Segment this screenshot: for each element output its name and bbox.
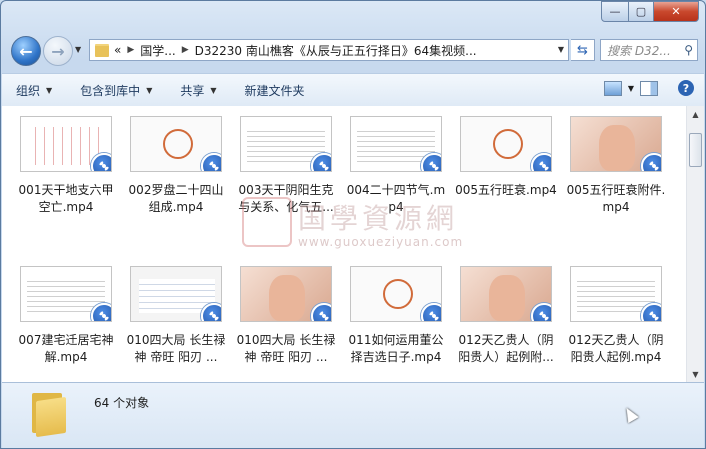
video-thumbnail	[20, 266, 112, 322]
organize-label: 组织	[16, 83, 41, 98]
mouse-cursor-icon	[621, 404, 639, 424]
new-folder-label: 新建文件夹	[244, 83, 305, 98]
chevron-down-icon: ▼	[210, 85, 217, 95]
caption-buttons: — ▢ ✕	[601, 1, 699, 22]
file-name: 002罗盘二十四山组成.mp4	[128, 183, 224, 214]
file-name: 011如何运用董公择吉选日子.mp4	[348, 333, 444, 364]
share-menu[interactable]: 共享 ▼	[166, 82, 230, 99]
item-count: 64 个对象	[94, 396, 150, 410]
folder-icon	[32, 391, 66, 438]
media-player-icon	[641, 303, 661, 321]
video-thumbnail	[240, 266, 332, 322]
video-thumbnail	[460, 116, 552, 172]
scroll-thumb[interactable]	[689, 133, 702, 167]
video-thumbnail	[350, 116, 442, 172]
file-list-area: 001天干地支六甲空亡.mp4 002罗盘二十四山组成.mp4 003天干阴阳生克与…	[2, 106, 704, 382]
share-label: 共享	[180, 83, 205, 98]
breadcrumb-item-current[interactable]: D32230 南山樵客《从辰与正五行择日》64集视频...	[195, 42, 477, 59]
video-thumbnail	[570, 116, 662, 172]
file-item[interactable]: 012天乙贵人（阴阳贵人起例.mp4	[562, 256, 670, 366]
forward-button[interactable]: →	[43, 36, 73, 66]
address-bar[interactable]: « ▶ 国学... ▶ D32230 南山樵客《从辰与正五行择日》64集视频..…	[89, 39, 569, 61]
help-icon[interactable]: ?	[678, 80, 694, 96]
video-thumbnail	[240, 116, 332, 172]
file-item[interactable]: 010四大局 长生禄神 帝旺 阳刃 ...	[232, 256, 340, 366]
toolbar-right: ▼ ?	[603, 80, 694, 96]
media-player-icon	[201, 303, 221, 321]
media-player-icon	[641, 153, 661, 171]
recent-pages-chevron-icon[interactable]: ▼	[75, 45, 81, 54]
file-item[interactable]: 005五行旺衰.mp4	[452, 106, 560, 199]
file-name: 007建宅迁居宅神解.mp4	[18, 333, 114, 364]
preview-pane-icon[interactable]	[640, 80, 658, 96]
file-item[interactable]: 010四大局 长生禄神 帝旺 阳刃 ...	[122, 256, 230, 366]
file-item[interactable]: 012天乙贵人（阴阳贵人）起例附...	[452, 256, 560, 366]
file-name: 010四大局 长生禄神 帝旺 阳刃 ...	[126, 333, 226, 364]
file-item[interactable]: 004二十四节气.mp4	[342, 106, 450, 216]
details-pane: 64 个对象	[2, 382, 704, 448]
explorer-window: — ▢ ✕ ← → ▼ « ▶ 国学... ▶ D32230 南山樵客《从辰与正…	[0, 0, 706, 449]
media-player-icon	[421, 303, 441, 321]
file-name: 005五行旺衰附件.mp4	[566, 183, 666, 214]
file-item[interactable]: 007建宅迁居宅神解.mp4	[12, 256, 120, 366]
include-library-label: 包含到库中	[80, 83, 141, 98]
scroll-down-icon[interactable]: ▼	[688, 366, 703, 382]
media-player-icon	[201, 153, 221, 171]
folder-icon	[95, 43, 109, 57]
search-placeholder: 搜索 D32...	[607, 43, 671, 58]
chevron-down-icon: ▼	[146, 85, 153, 95]
video-thumbnail	[130, 266, 222, 322]
media-player-icon	[311, 153, 331, 171]
media-player-icon	[531, 303, 551, 321]
maximize-button[interactable]: ▢	[629, 1, 654, 22]
media-player-icon	[421, 153, 441, 171]
file-name: 001天干地支六甲空亡.mp4	[18, 183, 114, 214]
file-item[interactable]: 002罗盘二十四山组成.mp4	[122, 106, 230, 216]
refresh-button[interactable]: ⇆	[571, 39, 595, 61]
media-player-icon	[531, 153, 551, 171]
video-thumbnail	[460, 266, 552, 322]
video-thumbnail	[350, 266, 442, 322]
include-in-library-menu[interactable]: 包含到库中 ▼	[66, 82, 166, 99]
scroll-up-icon[interactable]: ▲	[688, 106, 703, 122]
vertical-scrollbar[interactable]: ▲ ▼	[686, 106, 704, 382]
file-grid: 001天干地支六甲空亡.mp4 002罗盘二十四山组成.mp4 003天干阴阳生克与…	[2, 106, 684, 382]
breadcrumb-separator-icon[interactable]: ▶	[127, 45, 134, 55]
address-dropdown-icon[interactable]: ▼	[558, 45, 564, 54]
organize-menu[interactable]: 组织 ▼	[2, 82, 66, 99]
new-folder-button[interactable]: 新建文件夹	[231, 82, 319, 99]
minimize-button[interactable]: —	[601, 1, 629, 22]
breadcrumb-overflow[interactable]: «	[114, 43, 121, 57]
back-button[interactable]: ←	[11, 36, 41, 66]
media-player-icon	[91, 153, 111, 171]
media-player-icon	[311, 303, 331, 321]
close-button[interactable]: ✕	[654, 1, 699, 22]
file-name: 004二十四节气.mp4	[346, 183, 446, 214]
file-name: 012天乙贵人（阴阳贵人起例.mp4	[568, 333, 664, 364]
file-item[interactable]: 005五行旺衰附件.mp4	[562, 106, 670, 216]
file-name: 003天干阴阳生克与关系、化气五...	[238, 183, 334, 214]
file-item[interactable]: 003天干阴阳生克与关系、化气五...	[232, 106, 340, 216]
file-item[interactable]: 011如何运用董公择吉选日子.mp4	[342, 256, 450, 366]
video-thumbnail	[130, 116, 222, 172]
breadcrumb-item-parent[interactable]: 国学...	[140, 42, 175, 59]
change-view-icon[interactable]	[603, 80, 622, 96]
search-input[interactable]: 搜索 D32... ⚲	[600, 39, 698, 61]
media-player-icon	[91, 303, 111, 321]
video-thumbnail	[20, 116, 112, 172]
view-dropdown-icon[interactable]: ▼	[628, 84, 634, 93]
breadcrumb-separator-icon[interactable]: ▶	[182, 45, 189, 55]
file-name: 005五行旺衰.mp4	[455, 183, 557, 197]
chevron-down-icon: ▼	[46, 85, 53, 95]
file-name: 010四大局 长生禄神 帝旺 阳刃 ...	[236, 333, 336, 364]
file-item[interactable]: 001天干地支六甲空亡.mp4	[12, 106, 120, 216]
command-bar: 组织 ▼ 包含到库中 ▼ 共享 ▼ 新建文件夹 ▼ ?	[2, 73, 704, 107]
video-thumbnail	[570, 266, 662, 322]
address-row: ← → ▼ « ▶ 国学... ▶ D32230 南山樵客《从辰与正五行择日》6…	[9, 35, 698, 66]
search-icon[interactable]: ⚲	[684, 43, 693, 57]
file-name: 012天乙贵人（阴阳贵人）起例附...	[458, 333, 554, 364]
